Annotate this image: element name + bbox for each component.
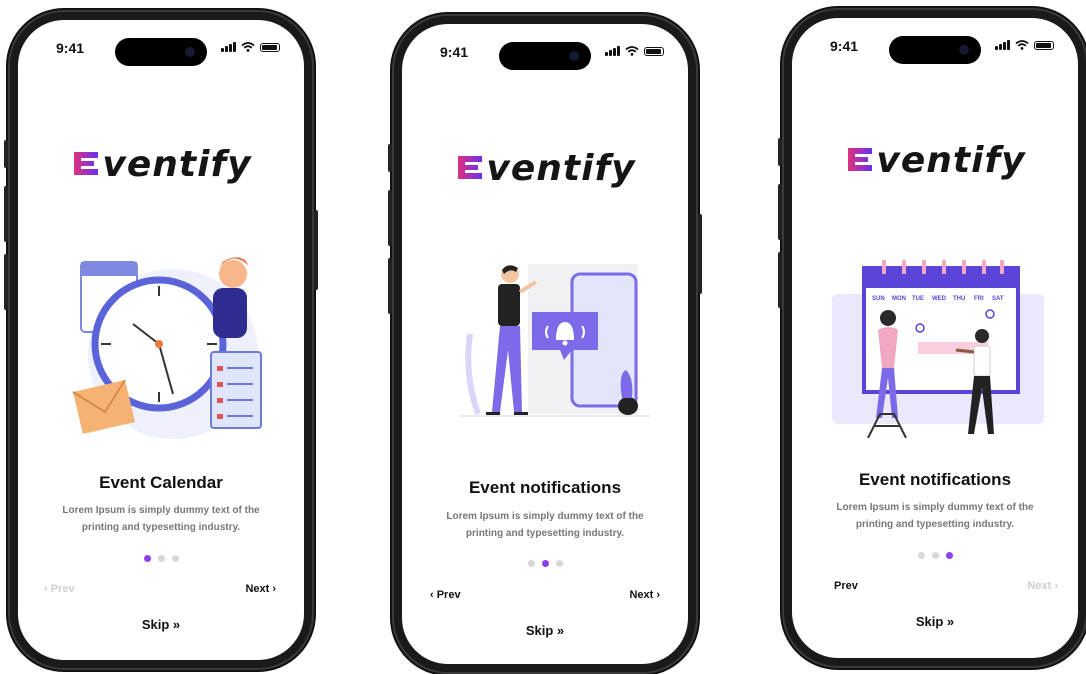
prev-button[interactable]: ‹ Prev	[430, 589, 461, 601]
onboarding-description: Lorem Ipsum is simply dummy text of the …	[446, 511, 644, 539]
dynamic-island	[115, 38, 207, 66]
status-bar: 9:41	[18, 38, 304, 66]
status-time: 9:41	[830, 38, 859, 54]
signal-icon	[995, 40, 1010, 50]
onboarding-screen-2: 9:41 ventify Event notifications Lorem I…	[402, 24, 688, 664]
phone-frame-2: 9:41 ventify Event notifications Lorem I…	[388, 14, 702, 674]
prev-button[interactable]: ‹ Prev	[44, 583, 75, 595]
eventify-logo: ventify	[792, 140, 1078, 181]
onboarding-title: Event notifications	[858, 470, 1012, 489]
logo-text: ventify	[102, 144, 252, 185]
logo-text: ventify	[486, 148, 636, 189]
signal-icon	[221, 42, 236, 52]
calendar-day-wed: WED	[932, 296, 947, 302]
eventify-logo: ventify	[18, 144, 304, 185]
next-button[interactable]: Next ›	[1027, 580, 1058, 592]
battery-icon	[1034, 40, 1054, 50]
team-calendar-illustration: SUN MON TUE WED THU FRI SAT	[832, 260, 1044, 438]
calendar-day-thu: THU	[953, 296, 965, 302]
next-button[interactable]: Next ›	[245, 583, 276, 595]
skip-button[interactable]: Skip »	[18, 617, 304, 632]
page-dot-3[interactable]	[945, 552, 953, 559]
page-indicator	[792, 552, 1078, 559]
onboarding-screen-1: 9:41 ventify Event Calendar Lorem Ipsum …	[18, 20, 304, 660]
volume-up-button	[4, 186, 8, 242]
volume-down-button	[388, 258, 392, 314]
page-dot-2[interactable]	[541, 560, 549, 567]
clock-calendar-illustration	[72, 257, 262, 439]
power-button	[314, 210, 318, 290]
volume-up-button	[778, 184, 782, 240]
eventify-logo: ventify	[402, 148, 688, 189]
logo-e-mark-icon	[74, 152, 99, 175]
calendar-day-tue: TUE	[912, 296, 924, 302]
page-dot-2[interactable]	[157, 555, 165, 562]
onboarding-description: Lorem Ipsum is simply dummy text of the …	[836, 502, 1034, 530]
page-dot-3[interactable]	[555, 560, 563, 567]
logo-e-mark-icon	[848, 148, 873, 171]
page-dot-3[interactable]	[171, 555, 179, 562]
volume-up-button	[388, 190, 392, 246]
phone-bell-illustration	[460, 264, 650, 417]
page-dot-2[interactable]	[931, 552, 939, 559]
signal-icon	[605, 46, 620, 56]
battery-icon	[644, 46, 664, 56]
onboarding-title: Event notifications	[468, 478, 622, 497]
action-button	[778, 138, 782, 166]
onboarding-screen-3: 9:41 ventify SUN MON TUE WED THU FRI SAT…	[792, 18, 1078, 658]
battery-icon	[260, 42, 280, 52]
status-time: 9:41	[56, 40, 85, 56]
onboarding-description: Lorem Ipsum is simply dummy text of the …	[62, 505, 260, 533]
page-indicator	[402, 560, 688, 567]
wifi-icon	[625, 46, 639, 56]
action-button	[388, 144, 392, 172]
prev-button[interactable]: Prev	[834, 580, 858, 592]
page-dot-1[interactable]	[917, 552, 925, 559]
calendar-day-sat: SAT	[992, 296, 1004, 302]
logo-text: ventify	[876, 140, 1026, 181]
logo-e-mark-icon	[458, 156, 483, 179]
next-button[interactable]: Next ›	[629, 589, 660, 601]
calendar-day-fri: FRI	[974, 296, 984, 302]
dynamic-island	[499, 42, 591, 70]
action-button	[4, 140, 8, 168]
status-bar: 9:41	[402, 42, 688, 70]
skip-button[interactable]: Skip »	[792, 614, 1078, 629]
volume-down-button	[4, 254, 8, 310]
dynamic-island	[889, 36, 981, 64]
status-time: 9:41	[440, 44, 469, 60]
phone-frame-3: 9:41 ventify SUN MON TUE WED THU FRI SAT…	[778, 8, 1086, 668]
status-bar: 9:41	[792, 36, 1078, 64]
power-button	[698, 214, 702, 294]
wifi-icon	[1015, 40, 1029, 50]
wifi-icon	[241, 42, 255, 52]
page-dot-1[interactable]	[527, 560, 535, 567]
skip-button[interactable]: Skip »	[402, 623, 688, 638]
phone-frame-1: 9:41 ventify Event Calendar Lorem Ipsum …	[4, 10, 318, 670]
page-indicator	[18, 555, 304, 562]
calendar-day-mon: MON	[892, 296, 906, 302]
onboarding-title: Event Calendar	[99, 473, 223, 492]
volume-down-button	[778, 252, 782, 308]
page-dot-1[interactable]	[143, 555, 151, 562]
calendar-day-sun: SUN	[872, 296, 885, 302]
